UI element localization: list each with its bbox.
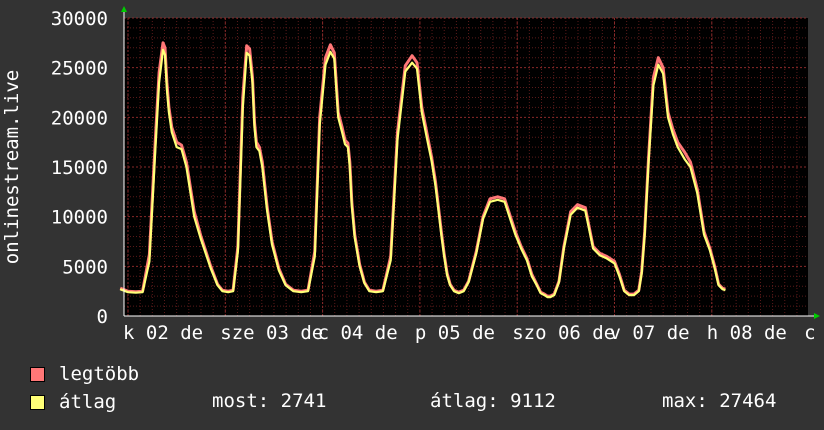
legend: legtöbb átlag most: 2741 átlag: 9112 max… [30,362,820,422]
stat-max: max: 27464 [662,390,776,412]
x-tick-label: c 04 de [318,322,398,344]
y-tick-label: 30000 [51,8,108,30]
y-tick-label: 20000 [51,107,108,129]
x-tick-label: c [804,322,815,344]
legend-label-avg: átlag [59,391,117,413]
stat-atlag-label: átlag: [430,390,499,412]
y-tick-label: 15000 [51,157,108,179]
stat-max-value: 27464 [719,390,777,412]
x-tick-label: v 07 de [610,322,690,344]
x-tick-label: h 08 de [707,322,787,344]
y-axis-label: onlinestream.live [1,70,23,264]
x-axis-arrow [814,313,820,319]
x-tick-label: sze 03 de [220,322,323,344]
legend-item-max: legtöbb [30,362,139,386]
y-axis-arrow [121,6,127,12]
stat-most: most: 2741 [212,390,326,412]
x-tick-label: p 05 de [415,322,495,344]
stat-most-label: most: [212,390,270,412]
stat-max-label: max: [662,390,708,412]
y-tick-label: 0 [97,306,108,328]
x-tick-label: szo 06 de [512,322,615,344]
legend-swatch-avg [30,394,45,410]
legend-swatch-max [30,366,45,382]
y-tick-label: 5000 [62,256,108,278]
stat-atlag: átlag: 9112 [430,390,556,412]
stat-most-value: 2741 [280,390,327,412]
y-tick-label: 10000 [51,207,108,229]
x-tick-label: k 02 de [123,322,203,344]
stat-atlag-value: 9112 [510,390,556,412]
legend-label-max: legtöbb [59,363,140,385]
y-tick-label: 25000 [51,58,108,80]
legend-item-avg: átlag [30,390,116,414]
